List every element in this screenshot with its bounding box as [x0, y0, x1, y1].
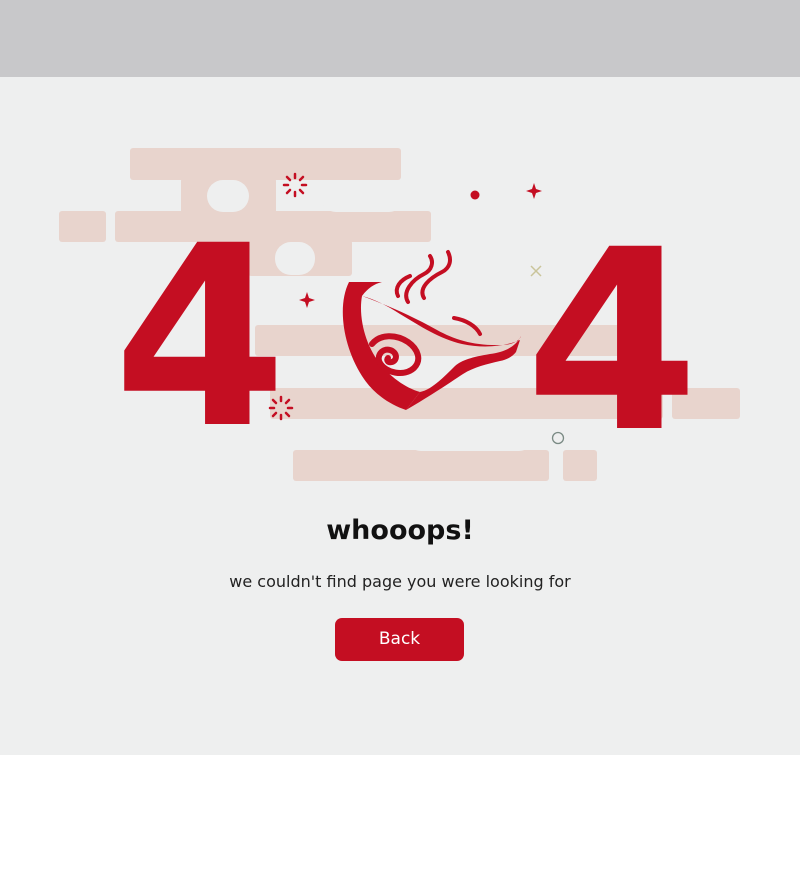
dot-icon — [470, 190, 480, 200]
error-message: we couldn't find page you were looking f… — [229, 572, 571, 591]
back-button[interactable]: Back — [335, 618, 464, 661]
error-title: whooops! — [326, 515, 474, 546]
star-icon — [299, 292, 315, 308]
sparkle-icon — [282, 172, 308, 198]
digit-four-right: 4 — [525, 196, 699, 487]
footer-area — [0, 755, 800, 882]
404-illustration: 4 4 — [59, 148, 740, 487]
digit-four-left: 4 — [113, 192, 287, 483]
